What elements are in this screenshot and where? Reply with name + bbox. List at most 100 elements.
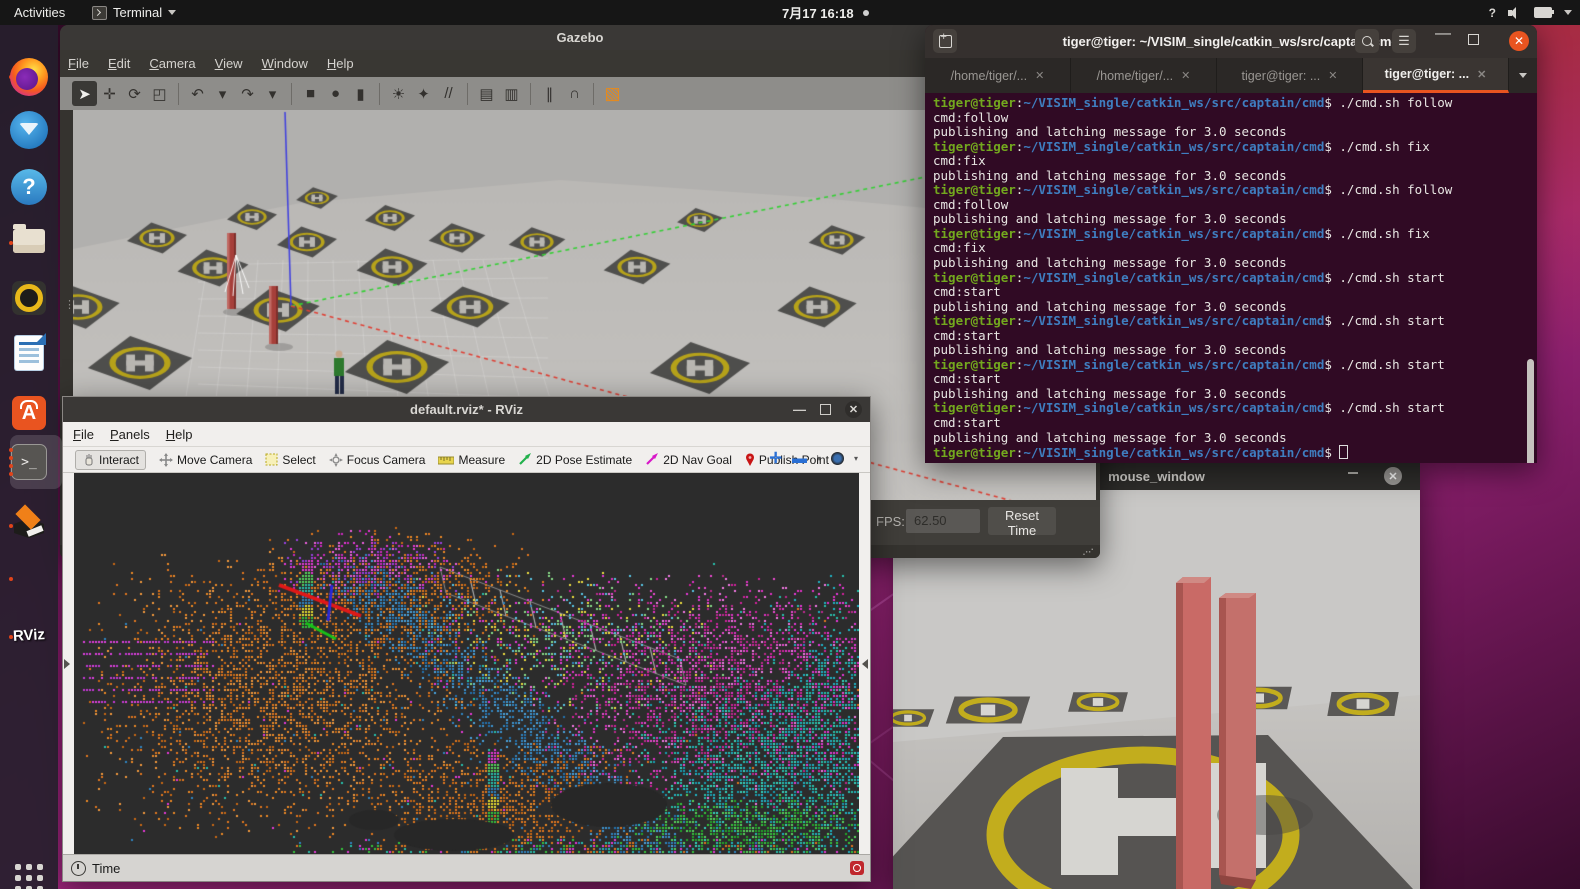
terminal-content[interactable]: tiger@tiger:~/VISIM_single/catkin_ws/src… bbox=[925, 93, 1537, 463]
close-icon[interactable]: ✕ bbox=[1509, 31, 1529, 51]
panel-expand-left-icon[interactable] bbox=[64, 659, 70, 669]
running-indicator bbox=[9, 472, 13, 476]
clock-icon bbox=[71, 861, 86, 876]
terminal-tab[interactable]: tiger@tiger: ... ✕ bbox=[1363, 58, 1509, 93]
tab-close-icon[interactable]: ✕ bbox=[1181, 69, 1190, 82]
network-question-icon: ? bbox=[1489, 6, 1496, 20]
resize-grip[interactable]: ⡠⠔ bbox=[1082, 545, 1094, 555]
chevron-down-icon bbox=[1564, 10, 1572, 15]
tool-focus-camera[interactable]: Focus Camera bbox=[329, 453, 426, 467]
remove-tool-icon[interactable]: ▬ bbox=[792, 450, 807, 467]
rotate-icon[interactable]: ⟳ bbox=[122, 81, 147, 106]
dock-item-unknown-window[interactable] bbox=[7, 555, 51, 599]
tool-select[interactable]: Select bbox=[265, 453, 315, 467]
insert-model-icon[interactable]: ▧ bbox=[600, 81, 625, 106]
tool-label: Select bbox=[282, 453, 315, 467]
tool-move-camera[interactable]: Move Camera bbox=[159, 453, 252, 467]
menu-camera[interactable]: Camera bbox=[149, 56, 195, 71]
record-button[interactable] bbox=[850, 861, 864, 875]
menu-help[interactable]: Help bbox=[166, 427, 193, 442]
tab-label: tiger@tiger: ... bbox=[1385, 67, 1469, 81]
rviz-3d-viewport[interactable] bbox=[74, 473, 859, 854]
align-icon[interactable]: ∥ bbox=[537, 81, 562, 106]
minimize-icon[interactable] bbox=[1348, 472, 1358, 474]
dock-item-terminal[interactable]: >_ bbox=[7, 440, 51, 484]
tab-close-icon[interactable]: ✕ bbox=[1477, 68, 1486, 81]
undo-caret-icon[interactable]: ▾ bbox=[210, 81, 235, 106]
search-button[interactable] bbox=[1355, 29, 1379, 53]
menu-button[interactable]: ☰ bbox=[1392, 29, 1416, 53]
rviz-menubar: File Panels Help bbox=[63, 422, 870, 447]
reset-time-button[interactable]: Reset Time bbox=[988, 507, 1056, 535]
close-icon[interactable]: ✕ bbox=[1384, 467, 1402, 485]
menu-file[interactable]: File bbox=[68, 56, 89, 71]
nav-goal-icon bbox=[645, 453, 659, 466]
spot-light-icon[interactable]: ✦ bbox=[411, 81, 436, 106]
tab-label: tiger@tiger: ... bbox=[1242, 69, 1321, 83]
scale-icon[interactable]: ◰ bbox=[147, 81, 172, 106]
dock-item-firefox[interactable] bbox=[7, 55, 51, 99]
panel-expand-right-icon[interactable] bbox=[862, 659, 868, 669]
tool-nav-goal[interactable]: 2D Nav Goal bbox=[645, 453, 732, 467]
app-menu[interactable]: Terminal bbox=[92, 5, 176, 20]
add-tool-icon[interactable]: ✛ bbox=[769, 449, 782, 467]
terminal-headerbar[interactable]: tiger@tiger: ~/VISIM_single/catkin_ws/sr… bbox=[925, 25, 1537, 58]
dock-item-files[interactable] bbox=[7, 219, 51, 263]
menu-panels[interactable]: Panels bbox=[110, 427, 150, 442]
activities-button[interactable]: Activities bbox=[14, 5, 65, 20]
new-tab-button[interactable] bbox=[933, 29, 957, 53]
system-status-area[interactable]: ? bbox=[1489, 0, 1572, 25]
select-arrow-icon[interactable]: ➤ bbox=[72, 81, 97, 106]
translate-icon[interactable]: ✛ bbox=[97, 81, 122, 106]
volume-icon bbox=[1508, 7, 1522, 19]
menu-window[interactable]: Window bbox=[262, 56, 308, 71]
dock-item-help[interactable]: ? bbox=[7, 165, 51, 209]
box-icon[interactable]: ■ bbox=[298, 81, 323, 106]
dock-item-rviz[interactable]: RViz bbox=[7, 613, 51, 657]
camera-view-icon[interactable] bbox=[831, 452, 844, 465]
dock-item-gazebo[interactable] bbox=[7, 502, 51, 546]
menu-view[interactable]: View bbox=[215, 56, 243, 71]
dock-item-ubuntu-software[interactable]: A bbox=[7, 391, 51, 435]
menu-edit[interactable]: Edit bbox=[108, 56, 130, 71]
menu-file[interactable]: File bbox=[73, 427, 94, 442]
cylinder-icon[interactable]: ▮ bbox=[348, 81, 373, 106]
menu-help[interactable]: Help bbox=[327, 56, 354, 71]
tool-measure[interactable]: Measure bbox=[438, 453, 505, 467]
minimize-icon[interactable]: — bbox=[793, 402, 806, 417]
redo-icon[interactable]: ↷ bbox=[235, 81, 260, 106]
tool-pose-estimate[interactable]: 2D Pose Estimate bbox=[518, 453, 632, 467]
undo-icon[interactable]: ↶ bbox=[185, 81, 210, 106]
terminal-tab[interactable]: tiger@tiger: ... ✕ bbox=[1217, 58, 1363, 93]
minimize-icon[interactable]: — bbox=[1433, 25, 1453, 43]
caret-down-icon[interactable]: ▾ bbox=[854, 454, 858, 463]
redo-caret-icon[interactable]: ▾ bbox=[260, 81, 285, 106]
tab-list-dropdown[interactable] bbox=[1509, 58, 1537, 93]
terminal-tab[interactable]: /home/tiger/...✕ bbox=[925, 58, 1071, 93]
rhythmbox-icon bbox=[12, 281, 46, 315]
close-icon[interactable]: ✕ bbox=[845, 401, 862, 418]
tool-interact[interactable]: Interact bbox=[75, 450, 146, 470]
dock-item-libreoffice-writer[interactable] bbox=[7, 331, 51, 375]
point-light-icon[interactable]: ☀ bbox=[386, 81, 411, 106]
tab-close-icon[interactable]: ✕ bbox=[1328, 69, 1337, 82]
fps-label: FPS: bbox=[876, 514, 905, 529]
scrollbar-thumb[interactable] bbox=[1527, 359, 1534, 463]
clock[interactable]: 7月17 16:18 bbox=[782, 3, 854, 22]
running-indicator bbox=[9, 456, 13, 460]
paste-icon[interactable]: ▥ bbox=[499, 81, 524, 106]
snap-icon[interactable]: ∩ bbox=[562, 81, 587, 106]
active-app-highlight bbox=[10, 435, 62, 489]
maximize-icon[interactable] bbox=[1468, 34, 1479, 45]
dock-item-show-applications[interactable] bbox=[7, 856, 51, 889]
rviz-titlebar[interactable]: default.rviz* - RViz — ✕ bbox=[63, 397, 870, 422]
directional-light-icon[interactable]: // bbox=[436, 81, 461, 106]
terminal-tab[interactable]: /home/tiger/...✕ bbox=[1071, 58, 1217, 93]
dock-item-rhythmbox[interactable] bbox=[7, 276, 51, 320]
copy-icon[interactable]: ▤ bbox=[474, 81, 499, 106]
dock-item-thunderbird[interactable] bbox=[7, 108, 51, 152]
sphere-icon[interactable]: ● bbox=[323, 81, 348, 106]
maximize-icon[interactable] bbox=[820, 404, 831, 415]
caret-down-icon[interactable]: ▾ bbox=[817, 454, 821, 463]
tab-close-icon[interactable]: ✕ bbox=[1035, 69, 1044, 82]
